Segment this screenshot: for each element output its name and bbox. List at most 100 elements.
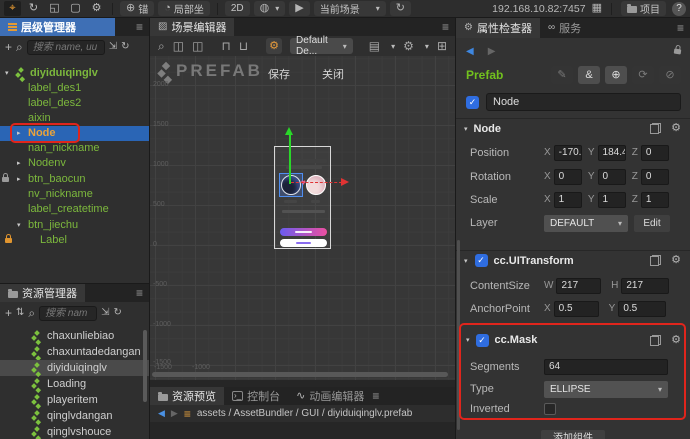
tree-row[interactable]: ▸ Nodenv <box>0 156 149 171</box>
tab-console[interactable]: ›_ 控制台 <box>224 387 288 405</box>
play-button[interactable]: ▶ <box>289 1 310 16</box>
expand-arrow-icon[interactable]: ▾ <box>5 66 9 81</box>
rotation-y-field[interactable]: 0 <box>597 168 626 185</box>
gizmo-profile-dropdown[interactable]: Default De... ▾ <box>290 35 353 57</box>
tree-row[interactable]: nv_nickname <box>0 187 149 202</box>
refresh-icon[interactable]: ↻ <box>121 42 129 52</box>
anchorpoint-x-field[interactable]: 0.5 <box>553 300 599 317</box>
layer-edit-button[interactable]: Edit <box>634 214 670 232</box>
distribute-top-icon[interactable]: ⊓ <box>221 40 230 52</box>
docs-icon[interactable] <box>650 255 662 266</box>
expand-arrow-icon[interactable]: ▾ <box>464 125 468 133</box>
rotation-x-field[interactable]: 0 <box>553 168 582 185</box>
prefab-unlink-button[interactable]: & <box>578 66 600 84</box>
refresh-icon[interactable]: ↻ <box>114 308 122 318</box>
expand-arrow-icon[interactable]: ▸ <box>17 126 21 141</box>
pivot-toggle[interactable]: ⊕ 锚 <box>120 1 155 16</box>
tree-row[interactable]: label_createtime <box>0 202 149 217</box>
back-icon[interactable]: ◀ <box>158 408 165 419</box>
contentsize-h-field[interactable]: 217 <box>621 277 669 294</box>
asset-row[interactable]: qinglvdangan <box>0 408 149 424</box>
grid-icon[interactable]: ⊞ <box>437 40 447 52</box>
scale-z-field[interactable]: 1 <box>640 191 670 208</box>
panel-menu-icon[interactable]: ≡ <box>136 286 143 300</box>
nav-back-icon[interactable]: ◀ <box>466 46 474 57</box>
tab-services[interactable]: ∞ 服务 <box>540 18 589 38</box>
prefab-close-button[interactable]: 关闭 <box>322 66 344 82</box>
tree-row-root[interactable]: ▾ diyiduiqinglv <box>0 66 149 81</box>
tab-animation-editor[interactable]: ∿ 动画编辑器 <box>288 387 372 405</box>
scale-tool-icon[interactable]: ◱ <box>46 1 63 16</box>
lock-icon[interactable] <box>5 234 12 243</box>
prefab-apply-button[interactable]: ⊘ <box>659 66 681 84</box>
gizmo-y-axis-line[interactable] <box>289 135 291 184</box>
assets-search-input[interactable] <box>39 305 98 321</box>
rotation-z-field[interactable]: 0 <box>640 168 670 185</box>
qr-code-icon[interactable]: ▦ <box>592 3 602 14</box>
uitransform-section-header[interactable]: ▾ ✓ cc.UITransform ⚙ <box>456 250 690 270</box>
gear-icon[interactable]: ⚙ <box>671 123 681 134</box>
tree-row[interactable]: ▸ btn_baocun <box>0 172 149 187</box>
nav-forward-icon[interactable]: ▶ <box>488 46 496 57</box>
rect-tool-icon[interactable]: ▢ <box>67 1 84 16</box>
mask-section-header[interactable]: ▾ ✓ cc.Mask ⚙ <box>456 330 690 350</box>
panel-menu-icon[interactable]: ≡ <box>677 21 684 35</box>
align-right-icon[interactable]: ◫ <box>192 40 203 52</box>
tab-hierarchy[interactable]: 层级管理器 <box>0 18 115 36</box>
segments-field[interactable]: 64 <box>544 358 668 375</box>
asset-row[interactable]: chaxuntadedangan <box>0 344 149 360</box>
expand-arrow-icon[interactable]: ▾ <box>17 218 21 233</box>
zoom-icon[interactable]: ⌕ <box>158 40 165 52</box>
gizmo-x-axis-line[interactable] <box>291 182 342 183</box>
panel-menu-icon[interactable]: ≡ <box>136 20 143 34</box>
gizmo-toggle-button[interactable]: ⚙ <box>266 38 283 54</box>
docs-icon[interactable] <box>650 334 662 346</box>
forward-icon[interactable]: ▶ <box>171 408 178 419</box>
position-z-field[interactable]: 0 <box>640 144 670 161</box>
tab-asset-preview[interactable]: 资源预览 <box>150 387 224 405</box>
tree-row[interactable]: Label <box>0 233 149 248</box>
prefab-save-button[interactable]: 保存 <box>268 66 290 82</box>
tree-row-node-selected[interactable]: ▸ Node <box>0 126 149 141</box>
anchorpoint-y-field[interactable]: 0.5 <box>618 300 667 317</box>
mask-checkbox[interactable]: ✓ <box>475 333 489 347</box>
unlock-icon[interactable] <box>673 48 682 54</box>
add-asset-button[interactable]: + <box>5 307 12 319</box>
expand-arrow-icon[interactable]: ▸ <box>17 172 21 187</box>
inspector-scrollbar[interactable] <box>457 240 460 430</box>
tab-inspector[interactable]: ⚙ 属性检查器 <box>456 18 540 38</box>
canvas-h-scrollbar[interactable] <box>152 372 448 377</box>
align-left-icon[interactable]: ◫ <box>173 40 184 52</box>
tree-row[interactable]: ▾ btn_jiechu <box>0 218 149 233</box>
layer-dropdown[interactable]: DEFAULT ▾ <box>544 214 628 232</box>
prefab-sync-button[interactable]: ⟳ <box>632 66 654 84</box>
search-filter-icon[interactable]: ⌕ <box>28 307 35 319</box>
view-mode-dropdown[interactable]: ◍ ▾ <box>253 1 286 16</box>
prefab-locate-button[interactable]: ⊕ <box>605 66 627 84</box>
docs-icon[interactable] <box>650 123 662 134</box>
asset-row[interactable]: chaxunliebiao <box>0 328 149 344</box>
lock-icon[interactable] <box>2 173 9 182</box>
coordinate-toggle[interactable]: ◔ 局部坐 <box>158 1 210 16</box>
gear-icon[interactable]: ⚙ <box>671 255 681 266</box>
sort-icon[interactable]: ⇅ <box>16 308 24 318</box>
scene-canvas[interactable]: PREFAB 保存 关闭 2000 1500 1000 500 0 -500 -… <box>150 56 455 380</box>
tab-assets[interactable]: 资源管理器 <box>0 284 85 302</box>
expand-arrow-icon[interactable]: ▾ <box>464 257 468 265</box>
tree-row[interactable]: label_des2 <box>0 96 149 111</box>
tab-scene-editor[interactable]: ▨ 场景编辑器 <box>150 18 235 36</box>
move-tool-icon[interactable]: ⌖ <box>4 1 21 16</box>
add-node-button[interactable]: + <box>5 41 12 53</box>
mask-type-dropdown[interactable]: ELLIPSE ▾ <box>544 380 668 398</box>
position-x-field[interactable]: -170. <box>553 144 582 161</box>
gizmo-x-axis-arrow[interactable] <box>341 178 349 186</box>
scene-select-dropdown[interactable]: 当前场景 ▾ <box>313 1 386 16</box>
asset-row[interactable]: Loading <box>0 376 149 392</box>
asset-breadcrumb[interactable]: ◀ ▶ ≡ assets / AssetBundler / GUI / diyi… <box>150 405 455 422</box>
right-avatar[interactable] <box>306 175 326 195</box>
add-component-button[interactable]: 添加组件 <box>541 430 605 439</box>
collapse-all-icon[interactable]: ⇲ <box>109 42 117 52</box>
collapse-all-icon[interactable]: ⇲ <box>101 308 109 318</box>
hierarchy-search-input[interactable] <box>26 39 105 55</box>
rotate-tool-icon[interactable]: ↻ <box>25 1 42 16</box>
